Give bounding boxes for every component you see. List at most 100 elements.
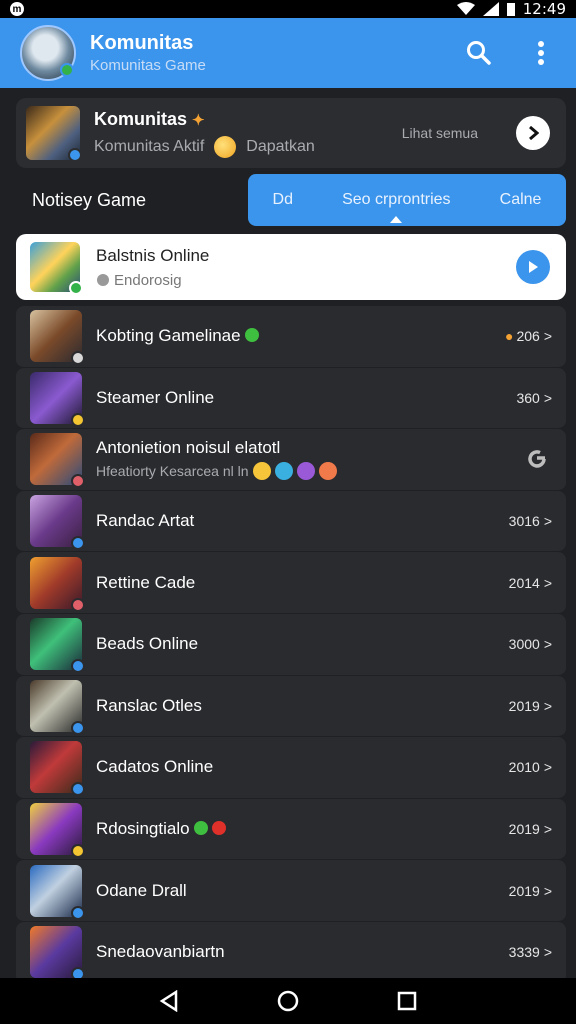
- game-count: 3339: [508, 944, 540, 961]
- featured-open-button[interactable]: [516, 116, 550, 150]
- game-name: Steamer Online: [96, 387, 215, 407]
- list-item[interactable]: Snedaovanbiartn 3339 >: [16, 921, 566, 984]
- featured-thumbnail: [26, 106, 82, 162]
- search-icon: [467, 41, 491, 65]
- badge-icon: [71, 905, 85, 920]
- game-name: Cadatos Online: [96, 757, 214, 777]
- selected-game-card[interactable]: Balstnis Online Endorosig: [16, 234, 566, 300]
- chevron-right-icon: >: [543, 821, 552, 838]
- game-thumbnail: [30, 433, 85, 489]
- chevron-right-icon: >: [543, 513, 552, 530]
- list-item[interactable]: Cadatos Online 2010 >: [16, 737, 566, 799]
- selected-game-sub: Endorosig: [114, 271, 182, 289]
- red-emoji-icon: [211, 821, 226, 836]
- game-thumbnail: [30, 741, 85, 797]
- badge-icon: [71, 474, 85, 489]
- list-item[interactable]: Beads Online 3000 >: [16, 613, 566, 676]
- badge-icon: [71, 659, 85, 674]
- selected-game-thumbnail: [30, 242, 83, 295]
- refresh-button[interactable]: [522, 444, 552, 474]
- smile-emoji-icon: [214, 135, 237, 158]
- status-right: 12:49: [456, 0, 566, 18]
- avatar[interactable]: [20, 25, 76, 81]
- featured-desc-right: Dapatkan: [246, 137, 315, 155]
- list-item[interactable]: Odane Drall 2019 >: [16, 860, 566, 922]
- devil-emoji-icon: [296, 462, 315, 481]
- play-icon: [529, 261, 538, 273]
- more-vert-icon: [538, 41, 544, 65]
- globe-icon: [97, 274, 109, 286]
- green-emoji-icon: [193, 821, 208, 836]
- game-thumbnail: [30, 310, 85, 366]
- tab-1[interactable]: Dd: [267, 191, 299, 209]
- heart-eyes-emoji-icon: [318, 462, 337, 481]
- system-nav-bar: [0, 978, 576, 1024]
- featured-desc-left: Komunitas Aktif: [94, 137, 205, 155]
- list-item[interactable]: Ranslac Otles 2019 >: [16, 675, 566, 738]
- list-item[interactable]: Randac Artat 3016 >: [16, 490, 566, 553]
- recents-icon: [397, 991, 416, 1011]
- section-label: Notisey Game: [32, 189, 147, 210]
- featured-name-suffix: ✦: [192, 111, 205, 129]
- chevron-right-icon: >: [543, 944, 552, 961]
- game-count: 360: [516, 389, 540, 406]
- list-item[interactable]: Rdosingtialo 2019 >: [16, 798, 566, 861]
- game-count: 3016: [508, 513, 540, 530]
- game-thumbnail: [30, 864, 85, 920]
- game-name: Rdosingtialo: [96, 819, 190, 839]
- tabs-row: Notisey Game Dd Seo crprontries Calne: [16, 174, 566, 226]
- tab-bar: Dd Seo crprontries Calne: [248, 174, 566, 226]
- badge-icon: [71, 720, 85, 735]
- badge-icon: [71, 597, 85, 612]
- game-name: Randac Artat: [96, 511, 195, 531]
- game-thumbnail: [30, 556, 85, 612]
- game-name: Kobting Gamelinae: [96, 326, 241, 346]
- app-bar: Komunitas Komunitas Game: [0, 18, 576, 88]
- see-all-link[interactable]: Lihat semua: [402, 125, 478, 141]
- search-button[interactable]: [464, 38, 494, 68]
- badge-icon: [71, 782, 85, 797]
- game-name: Snedaovanbiartn: [96, 942, 225, 962]
- badge-icon: [71, 351, 85, 366]
- back-icon: [160, 990, 178, 1012]
- game-sub: Hfeatiorty Kesarcea nl ln: [96, 463, 249, 480]
- featured-name: Komunitas: [94, 108, 188, 129]
- status-badge: [69, 281, 83, 295]
- featured-community-card[interactable]: Komunitas ✦ Komunitas Aktif Dapatkan Lih…: [16, 98, 566, 168]
- page-subtitle: Komunitas Game: [90, 57, 206, 74]
- game-thumbnail: [30, 926, 85, 982]
- cool-emoji-icon: [274, 462, 293, 481]
- clock: 12:49: [522, 0, 566, 18]
- chevron-right-icon: >: [543, 389, 552, 406]
- fire-icon: ●: [504, 328, 514, 345]
- list-item[interactable]: Kobting Gamelinae ● 206 >: [16, 306, 566, 368]
- overflow-menu-button[interactable]: [526, 38, 556, 68]
- back-button[interactable]: [154, 986, 184, 1016]
- list-item[interactable]: Steamer Online 360 >: [16, 367, 566, 430]
- badge-icon: [71, 536, 85, 551]
- game-count: 2019: [508, 882, 540, 899]
- signal-icon: [482, 2, 499, 16]
- game-count: 3000: [508, 636, 540, 653]
- wifi-icon: [456, 2, 475, 15]
- list-item[interactable]: Rettine Cade 2014 >: [16, 552, 566, 614]
- game-thumbnail: [30, 803, 85, 859]
- online-badge: [60, 63, 74, 77]
- play-button[interactable]: [516, 250, 550, 284]
- home-button[interactable]: [273, 986, 303, 1016]
- list-item[interactable]: Antonietion noisul elatotl Hfeatiorty Ke…: [16, 429, 566, 491]
- tab-3[interactable]: Calne: [494, 191, 548, 209]
- leaf-emoji-icon: [244, 328, 259, 343]
- game-thumbnail: [30, 495, 85, 551]
- refresh-icon: [528, 450, 546, 469]
- status-bar: m 12:49: [0, 0, 576, 18]
- selected-game-name: Balstnis Online: [96, 245, 210, 265]
- recents-button[interactable]: [392, 986, 422, 1016]
- game-list: Kobting Gamelinae ● 206 > Steamer Online …: [16, 306, 566, 984]
- game-name: Ranslac Otles: [96, 695, 202, 715]
- chevron-right-icon: >: [543, 328, 552, 345]
- game-thumbnail: [30, 679, 85, 735]
- tab-2[interactable]: Seo crprontries: [336, 191, 457, 209]
- chevron-right-icon: >: [543, 574, 552, 591]
- battery-icon: [506, 3, 515, 16]
